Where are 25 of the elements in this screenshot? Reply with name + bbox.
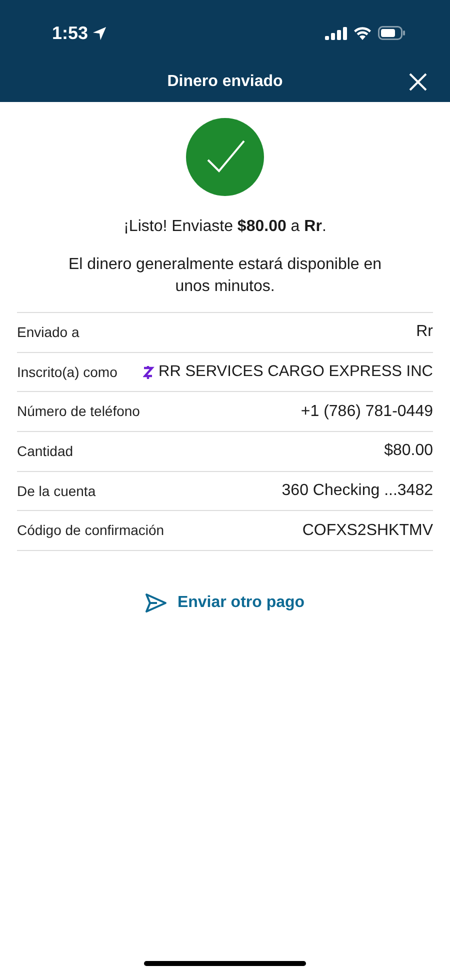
signal-icon — [325, 26, 347, 40]
zelle-icon — [142, 364, 155, 380]
wifi-icon — [353, 26, 372, 40]
send-another-payment-link[interactable]: Enviar otro pago — [145, 591, 305, 616]
detail-label: De la cuenta — [17, 482, 96, 501]
detail-label: Enviado a — [17, 322, 80, 342]
detail-value: Rr — [416, 322, 433, 342]
detail-label: Número de teléfono — [17, 402, 140, 422]
confirmation-message: ¡Listo! Enviaste $80.00 a Rr. — [122, 217, 328, 237]
detail-label: Código de confirmación — [17, 521, 164, 540]
detail-value: COFXS2SHKTMV — [302, 520, 433, 541]
availability-note: El dinero generalmente estará disponible en unos minutos. — [67, 255, 383, 297]
close-icon — [408, 72, 428, 92]
detail-label: Inscrito(a) como — [17, 362, 118, 382]
check-circle-icon — [186, 118, 264, 196]
detail-label: Cantidad — [17, 442, 74, 461]
detail-value: +1 (786) 781-0449 — [300, 402, 433, 422]
screen-title: Dinero enviado — [167, 72, 283, 92]
detail-value: $80.00 — [384, 441, 433, 462]
send-icon — [145, 593, 168, 614]
detail-value: RR SERVICES CARGO EXPRESS INC — [158, 362, 433, 382]
status-time: 1:53 — [52, 22, 88, 44]
location-arrow-icon — [92, 26, 108, 40]
detail-value: 360 Checking ...3482 — [282, 481, 433, 502]
battery-icon — [378, 26, 406, 40]
